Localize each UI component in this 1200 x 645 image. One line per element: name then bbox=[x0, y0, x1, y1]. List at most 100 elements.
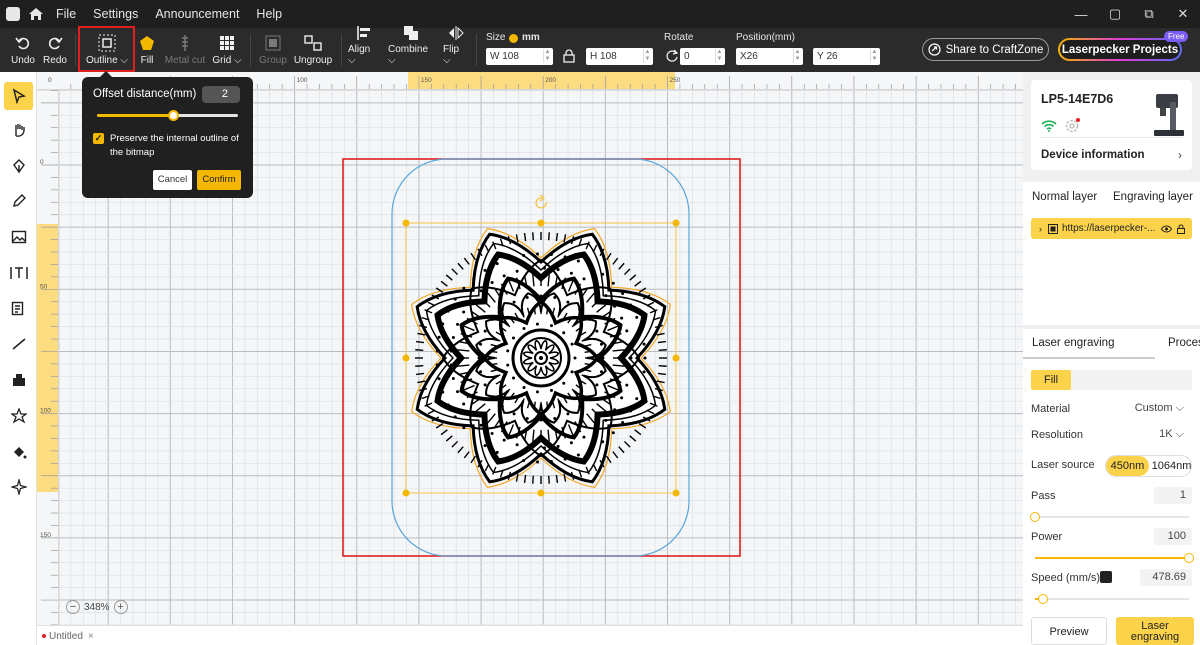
combine-button[interactable]: Combine ⌵ bbox=[388, 26, 434, 72]
handle-bottom-left[interactable] bbox=[402, 489, 410, 497]
y-position-field[interactable]: Y 26 ▲ ▼ bbox=[813, 48, 880, 65]
metal-cut-button[interactable]: Metal cut bbox=[164, 28, 206, 72]
offset-slider[interactable] bbox=[97, 110, 238, 121]
line-tool[interactable] bbox=[4, 330, 33, 358]
device-card[interactable]: LP5-14E7D6 Device information › bbox=[1031, 80, 1192, 170]
handle-top-left[interactable] bbox=[402, 219, 410, 227]
free-badge: Free bbox=[1164, 31, 1189, 42]
lock-ratio-icon[interactable] bbox=[563, 49, 575, 66]
eye-icon[interactable] bbox=[1161, 225, 1173, 233]
speed-slider-knob[interactable] bbox=[1038, 594, 1048, 604]
handle-right[interactable] bbox=[672, 354, 680, 362]
power-slider[interactable] bbox=[1035, 553, 1194, 563]
device-settings-icon[interactable] bbox=[1064, 118, 1080, 134]
restore-icon[interactable]: ▢ bbox=[1098, 6, 1132, 22]
handle-top[interactable] bbox=[537, 219, 545, 227]
tab-normal-layer[interactable]: Normal layer bbox=[1032, 191, 1097, 203]
image-tool[interactable] bbox=[4, 223, 33, 251]
power-input[interactable]: 100 bbox=[1154, 528, 1192, 545]
width-spinner[interactable]: ▲ ▼ bbox=[543, 49, 551, 63]
device-information-link[interactable]: Device information bbox=[1041, 149, 1145, 161]
shape-tool[interactable] bbox=[4, 402, 33, 430]
handle-top-right[interactable] bbox=[672, 219, 680, 227]
rotate-spinner[interactable]: ▲ ▼ bbox=[715, 49, 723, 63]
menu-settings[interactable]: Settings bbox=[93, 7, 138, 21]
mandala-image[interactable] bbox=[411, 228, 671, 488]
laser-1064nm-option[interactable]: 1064nm bbox=[1150, 456, 1191, 476]
close-window-icon[interactable]: ✕ bbox=[1166, 6, 1200, 22]
popout-icon[interactable]: ⧉ bbox=[1132, 6, 1166, 22]
height-spinner[interactable]: ▲ ▼ bbox=[643, 49, 651, 63]
power-slider-knob[interactable] bbox=[1184, 553, 1194, 563]
ungroup-button[interactable]: Ungroup bbox=[293, 28, 333, 72]
share-craftzone-button[interactable]: Share to CraftZone bbox=[922, 38, 1049, 61]
laser-450nm-option[interactable]: 450nm bbox=[1106, 456, 1149, 476]
y-spinner[interactable]: ▲ ▼ bbox=[870, 49, 878, 63]
laser-engraving-button[interactable]: Laser engraving bbox=[1116, 617, 1194, 645]
home-icon[interactable] bbox=[28, 7, 44, 21]
height-field[interactable]: H 108 ▲ ▼ bbox=[586, 48, 653, 65]
handle-bottom-right[interactable] bbox=[672, 489, 680, 497]
fill-button[interactable]: Fill bbox=[137, 28, 157, 72]
zoom-out-button[interactable]: − bbox=[66, 600, 80, 614]
close-tab-icon[interactable]: × bbox=[88, 631, 94, 642]
speed-input[interactable]: 478.69 bbox=[1140, 569, 1192, 586]
undo-button[interactable]: Undo bbox=[10, 28, 36, 72]
tab-process[interactable]: Proces bbox=[1168, 329, 1200, 359]
zoom-in-button[interactable]: + bbox=[113, 600, 128, 614]
preview-button[interactable]: Preview bbox=[1031, 617, 1107, 645]
offset-slider-knob[interactable] bbox=[168, 110, 179, 121]
layer-name: https://laserpecker-... bbox=[1062, 223, 1156, 234]
rotate-handle-icon[interactable] bbox=[535, 194, 547, 209]
grid-button[interactable]: Grid ⌵ bbox=[212, 28, 242, 72]
tab-laser-engraving-settings[interactable]: Laser engraving settings bbox=[1023, 329, 1155, 378]
resolution-select[interactable]: 1K ⌵ bbox=[1159, 428, 1184, 441]
document-tab[interactable]: Untitled × bbox=[42, 628, 94, 644]
expand-chevron-icon[interactable]: › bbox=[1039, 224, 1042, 234]
cancel-button[interactable]: Cancel bbox=[153, 170, 192, 190]
menu-announcement[interactable]: Announcement bbox=[155, 7, 239, 21]
paint-tool[interactable] bbox=[4, 438, 33, 466]
select-tool[interactable] bbox=[4, 82, 33, 110]
text-tool[interactable] bbox=[4, 259, 33, 287]
speed-info-icon[interactable] bbox=[1100, 571, 1112, 583]
pass-slider[interactable] bbox=[1030, 512, 1189, 522]
toolbar-divider bbox=[476, 34, 477, 66]
tab-engraving-layer[interactable]: Engraving layer bbox=[1113, 191, 1193, 203]
hand-tool[interactable] bbox=[4, 116, 33, 144]
width-field[interactable]: W 108 ▲ ▼ bbox=[486, 48, 553, 65]
material-select[interactable]: Custom ⌵ bbox=[1135, 402, 1184, 415]
pass-input[interactable]: 1 bbox=[1154, 487, 1192, 504]
barcode-tool[interactable] bbox=[4, 295, 33, 323]
preserve-outline-checkbox[interactable]: ✓ bbox=[93, 133, 104, 144]
group-button[interactable]: Group bbox=[258, 28, 288, 72]
mode-selector: Fill bbox=[1031, 370, 1192, 390]
fill-mode-button[interactable]: Fill bbox=[1031, 370, 1071, 390]
layer-item[interactable]: › https://laserpecker-... bbox=[1031, 218, 1192, 239]
handle-left[interactable] bbox=[402, 354, 410, 362]
handle-bottom[interactable] bbox=[537, 489, 545, 497]
x-spinner[interactable]: ▲ ▼ bbox=[793, 49, 801, 63]
offset-distance-input[interactable]: 2 bbox=[202, 86, 240, 103]
minimize-icon[interactable]: — bbox=[1064, 7, 1098, 22]
align-button[interactable]: Align ⌵ bbox=[348, 26, 380, 72]
redo-button[interactable]: Redo bbox=[42, 28, 68, 72]
speed-slider[interactable] bbox=[1035, 594, 1189, 604]
pencil-tool[interactable] bbox=[4, 187, 33, 215]
confirm-button[interactable]: Confirm bbox=[197, 170, 241, 190]
material-tool[interactable] bbox=[4, 473, 33, 501]
lock-icon[interactable] bbox=[1177, 224, 1186, 234]
menu-file[interactable]: File bbox=[56, 7, 76, 21]
pass-slider-knob[interactable] bbox=[1030, 512, 1040, 522]
device-name: LP5-14E7D6 bbox=[1041, 92, 1114, 106]
undo-icon bbox=[15, 34, 31, 52]
unit-radio-icon[interactable] bbox=[509, 34, 518, 43]
menu-help[interactable]: Help bbox=[256, 7, 282, 21]
stamp-tool[interactable] bbox=[4, 366, 33, 394]
x-position-field[interactable]: X 26 ▲ ▼ bbox=[736, 48, 803, 65]
pen-tool[interactable] bbox=[4, 152, 33, 180]
resolution-value: 1K bbox=[1159, 428, 1173, 440]
rotate-field[interactable]: 0 ▲ ▼ bbox=[680, 48, 725, 65]
laserpecker-projects-button[interactable]: Laserpecker Projects bbox=[1058, 38, 1182, 61]
flip-button[interactable]: Flip ⌵ bbox=[443, 26, 469, 72]
